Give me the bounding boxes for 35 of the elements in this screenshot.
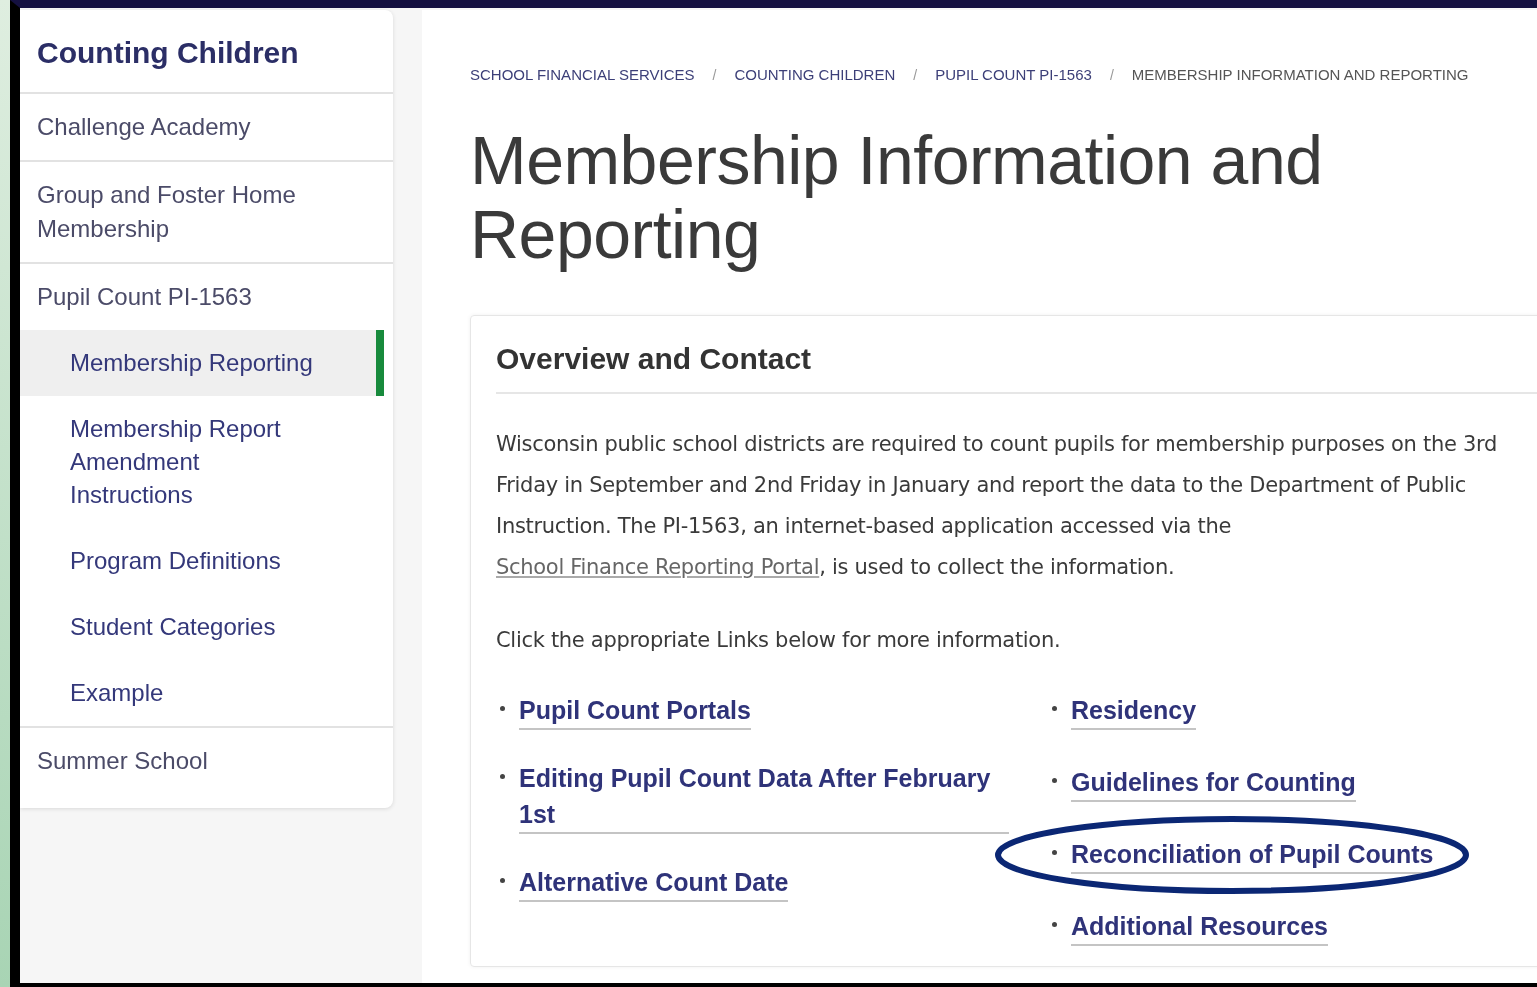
sidebar-item[interactable]: Summer School <box>20 728 393 794</box>
section-heading: Overview and Contact <box>496 316 1537 394</box>
bullet-dot <box>1052 850 1057 855</box>
portal-link[interactable]: School Finance Reporting Portal <box>496 555 820 579</box>
bullet-dot <box>500 774 505 779</box>
sidebar-item[interactable]: Pupil Count PI-1563 <box>20 264 393 330</box>
breadcrumb-link[interactable]: PUPIL COUNT PI-1563 <box>935 66 1092 83</box>
intro-paragraph: Wisconsin public school districts are required to count pupils for membership purposes on the 3rd Friday in September and 2nd Friday in January and report the data to the Department of Public Instruction. The PI-1563, an internet-based application accessed via the School Finance Reporting Portal, is used to collect the information. <box>496 431 1498 581</box>
breadcrumb-link[interactable]: SCHOOL FINANCIAL SERVICES <box>470 66 695 83</box>
bullet-dot <box>1052 778 1057 783</box>
resource-link[interactable]: Editing Pupil Count Data After February 1st <box>519 760 1009 834</box>
sidebar-subitem[interactable]: Student Categories <box>20 594 384 660</box>
sidebar-subitem[interactable]: Membership Report Amendment Instructions <box>20 396 384 528</box>
instruction-text: Click the appropriate Links below for more information. <box>496 628 1062 652</box>
bullet-dot <box>500 878 505 883</box>
sidebar-subitem[interactable]: Membership Reporting <box>20 330 384 396</box>
resource-link[interactable]: Additional Resources <box>1071 908 1328 946</box>
breadcrumb-link[interactable]: COUNTING CHILDREN <box>734 66 896 83</box>
bullet-dot <box>1052 922 1057 927</box>
breadcrumb-separator: / <box>913 66 918 83</box>
sidebar-title[interactable]: Counting Children <box>20 10 393 94</box>
bullet-dot <box>500 706 505 711</box>
breadcrumb-current: MEMBERSHIP INFORMATION AND REPORTING <box>1131 66 1469 83</box>
breadcrumb-separator: / <box>1109 66 1114 83</box>
resource-link[interactable]: Alternative Count Date <box>519 864 789 902</box>
sidebar-item[interactable]: Challenge Academy <box>20 94 393 160</box>
sidebar-subitem[interactable]: Program Definitions <box>20 528 384 594</box>
sidebar-item[interactable]: Group and Foster Home Membership <box>20 162 393 262</box>
bullet-dot <box>1052 706 1057 711</box>
resource-link[interactable]: Residency <box>1071 692 1197 730</box>
page-title: Membership Information and Reporting <box>470 123 1324 271</box>
resource-link[interactable]: Pupil Count Portals <box>519 692 751 730</box>
resource-link[interactable]: Guidelines for Counting <box>1071 764 1356 802</box>
sidebar-subitem[interactable]: Example <box>20 660 384 726</box>
breadcrumb-separator: / <box>712 66 717 83</box>
